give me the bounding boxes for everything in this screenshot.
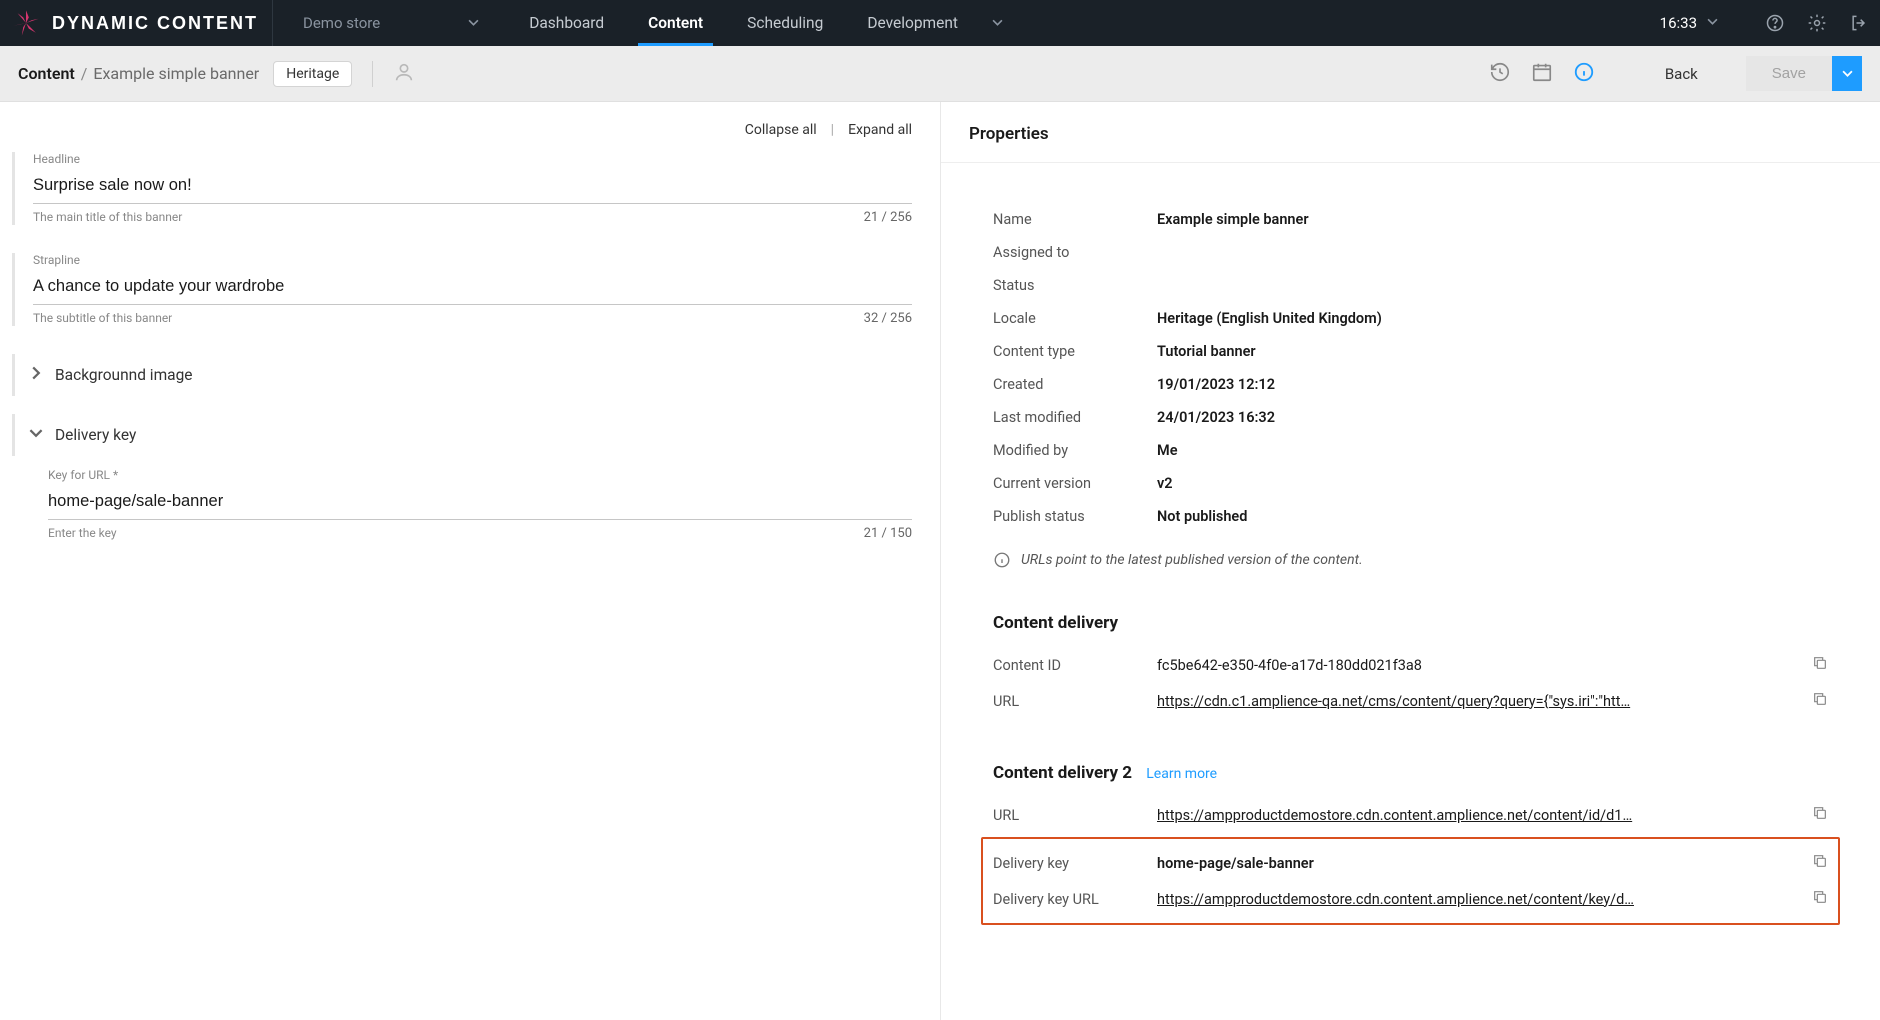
cd2-delivery-key: Delivery key home-page/sale-banner <box>993 845 1828 881</box>
content-delivery-heading: Content delivery <box>993 613 1828 633</box>
logout-icon[interactable] <box>1838 13 1880 33</box>
copy-icon[interactable] <box>1812 805 1828 825</box>
copy-icon[interactable] <box>1812 853 1828 873</box>
prop-created: Created19/01/2023 12:12 <box>993 368 1828 401</box>
delivery-key-input[interactable] <box>48 486 912 520</box>
tab-label: Scheduling <box>747 14 823 32</box>
strapline-input[interactable] <box>33 271 912 305</box>
prop-assigned: Assigned to <box>993 236 1828 269</box>
save-dropdown[interactable] <box>1832 56 1862 91</box>
expand-all[interactable]: Expand all <box>848 122 912 138</box>
delivery-key-highlight: Delivery key home-page/sale-banner Deliv… <box>981 837 1840 925</box>
section-title: Delivery key <box>55 426 136 444</box>
field-strapline: Strapline The subtitle of this banner 32… <box>12 253 912 326</box>
tab-content[interactable]: Content <box>626 0 725 46</box>
field-hint: The subtitle of this banner <box>33 311 172 326</box>
tab-development[interactable]: Development <box>845 0 1025 46</box>
prop-publish: Publish statusNot published <box>993 500 1828 533</box>
field-counter: 32 / 256 <box>864 311 912 326</box>
properties-panel: Properties NameExample simple banner Ass… <box>940 102 1880 1020</box>
info-icon <box>993 551 1011 569</box>
prop-locale: LocaleHeritage (English United Kingdom) <box>993 302 1828 335</box>
top-right: 16:33 <box>1660 0 1880 46</box>
cd2-delivery-key-url: Delivery key URL https://ampproductdemos… <box>993 881 1828 917</box>
cd-content-id: Content ID fc5be642-e350-4f0e-a17d-180dd… <box>993 647 1828 683</box>
prop-version: Current versionv2 <box>993 467 1828 500</box>
logo[interactable]: DYNAMIC CONTENT <box>0 0 272 46</box>
info-icon[interactable] <box>1573 61 1595 87</box>
learn-more-link[interactable]: Learn more <box>1146 766 1217 782</box>
back-button[interactable]: Back <box>1665 65 1698 83</box>
cd2-url: URL https://ampproductdemostore.cdn.cont… <box>993 797 1828 833</box>
field-counter: 21 / 256 <box>864 210 912 225</box>
properties-body: NameExample simple banner Assigned to St… <box>963 185 1858 943</box>
chevron-right-icon <box>29 366 43 384</box>
copy-icon[interactable] <box>1812 655 1828 675</box>
breadcrumb-sep: / <box>81 64 88 83</box>
cd2-dkey-url-link[interactable]: https://ampproductdemostore.cdn.content.… <box>1157 891 1634 908</box>
properties-heading: Properties <box>969 124 1852 144</box>
help-icon[interactable] <box>1754 13 1796 33</box>
copy-icon[interactable] <box>1812 691 1828 711</box>
toolbar-sep: | <box>831 122 834 138</box>
section-bg-image[interactable]: Backgrounnd image <box>12 354 912 396</box>
history-icon[interactable] <box>1489 61 1511 87</box>
cd-url-link[interactable]: https://cdn.c1.amplience-qa.net/cms/cont… <box>1157 693 1630 710</box>
content-area: Collapse all | Expand all Headline The m… <box>0 102 1880 1020</box>
form-panel: Collapse all | Expand all Headline The m… <box>0 102 940 1020</box>
form-toolbar: Collapse all | Expand all <box>18 122 912 138</box>
tab-dashboard[interactable]: Dashboard <box>507 0 626 46</box>
field-delivery-key: Key for URL * Enter the key 21 / 150 <box>48 468 912 541</box>
note-text: URLs point to the latest published versi… <box>1021 552 1363 568</box>
clock-time: 16:33 <box>1660 14 1697 32</box>
tab-label: Content <box>648 14 703 32</box>
field-label: Key for URL * <box>48 468 912 482</box>
logo-text: DYNAMIC CONTENT <box>52 13 258 34</box>
tab-label: Development <box>867 14 958 32</box>
save-group: Save <box>1746 56 1862 91</box>
breadcrumb-leaf: Example simple banner <box>93 64 259 83</box>
top-bar: DYNAMIC CONTENT Demo store Dashboard Con… <box>0 0 1880 46</box>
caret-down-icon <box>468 14 479 32</box>
field-headline: Headline The main title of this banner 2… <box>12 152 912 225</box>
prop-name: NameExample simple banner <box>993 203 1828 236</box>
main-nav: Dashboard Content Scheduling Development <box>507 0 1025 46</box>
cd2-url-link[interactable]: https://ampproductdemostore.cdn.content.… <box>1157 807 1632 824</box>
field-label: Headline <box>33 152 912 166</box>
sub-bar: Content / Example simple banner Heritage… <box>0 46 1880 102</box>
assignee-icon[interactable] <box>393 61 415 87</box>
url-note: URLs point to the latest published versi… <box>993 551 1828 569</box>
settings-icon[interactable] <box>1796 13 1838 33</box>
properties-header: Properties <box>941 102 1880 163</box>
caret-down-icon <box>992 14 1003 32</box>
chevron-down-icon <box>29 426 43 444</box>
prop-ctype: Content typeTutorial banner <box>993 335 1828 368</box>
save-button[interactable]: Save <box>1746 56 1832 91</box>
store-name: Demo store <box>303 14 380 32</box>
cd-url: URL https://cdn.c1.amplience-qa.net/cms/… <box>993 683 1828 719</box>
section-title: Backgrounnd image <box>55 366 193 384</box>
field-hint: Enter the key <box>48 526 117 541</box>
divider <box>372 61 373 87</box>
prop-status: Status <box>993 269 1828 302</box>
field-hint: The main title of this banner <box>33 210 182 225</box>
prop-modby: Modified byMe <box>993 434 1828 467</box>
content-delivery-2-heading: Content delivery 2 Learn more <box>993 763 1828 783</box>
tab-scheduling[interactable]: Scheduling <box>725 0 845 46</box>
store-selector[interactable]: Demo store <box>272 0 507 46</box>
prop-modified: Last modified24/01/2023 16:32 <box>993 401 1828 434</box>
locale-tag[interactable]: Heritage <box>273 61 352 87</box>
logo-icon <box>12 9 40 37</box>
tab-label: Dashboard <box>529 14 604 32</box>
field-label: Strapline <box>33 253 912 267</box>
copy-icon[interactable] <box>1812 889 1828 909</box>
collapse-all[interactable]: Collapse all <box>745 122 817 138</box>
headline-input[interactable] <box>33 170 912 204</box>
calendar-icon[interactable] <box>1531 61 1553 87</box>
sub-bar-right: Back Save <box>1489 56 1862 91</box>
caret-down-icon[interactable] <box>1707 15 1718 31</box>
field-counter: 21 / 150 <box>864 526 912 541</box>
section-delivery-key[interactable]: Delivery key <box>12 414 912 456</box>
breadcrumb-root[interactable]: Content <box>18 64 75 83</box>
